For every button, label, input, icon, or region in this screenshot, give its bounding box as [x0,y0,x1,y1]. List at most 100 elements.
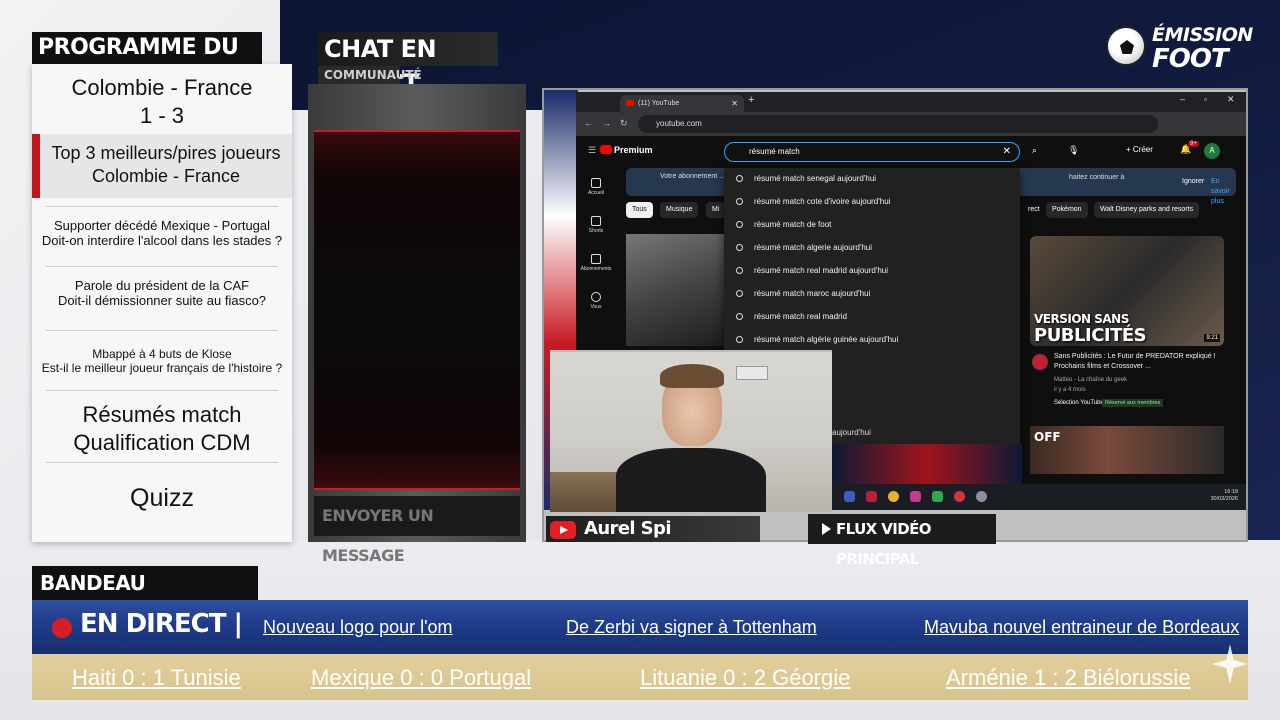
app-icon[interactable] [932,491,943,502]
main-feed-label: FLUX VIDÉO PRINCIPAL [808,514,996,568]
programme-item-line2: Est-il le meilleur joueur français de l'… [41,361,283,375]
app-icon[interactable] [976,491,987,502]
chip[interactable]: rect [1022,202,1046,218]
search-icon[interactable]: ⌕ [1032,145,1037,156]
ignore-button[interactable]: Ignorer [1182,177,1204,187]
suggestion-item[interactable]: résumé match senegal aujourd'hui [724,168,1020,190]
sidebar-item-you[interactable]: Vous [576,292,616,310]
microphone-icon[interactable]: 🎙 [1068,145,1079,156]
suggestion-item[interactable]: résumé match real madrid aujourd'hui [724,260,1020,282]
suggestion-item[interactable]: résumé match de foot [724,214,1020,236]
search-icon [736,267,743,274]
video-title[interactable]: Sans Publicités : Le Futur de PREDATOR e… [1054,352,1224,372]
suggestion-partial[interactable]: aujourd'hui [832,428,871,437]
channel-avatar[interactable] [1032,354,1048,370]
suggestion-text: résumé match de foot [754,220,832,229]
learn-more-button[interactable]: En savoir plus [1211,177,1236,207]
video-thumbnail-predator[interactable]: VERSION SANS PUBLICITÉS 9:21 [1030,236,1224,346]
subscriptions-icon [591,254,601,264]
video-thumbnail[interactable] [626,234,724,346]
divider [46,462,278,463]
chip-music[interactable]: Musique [660,202,699,218]
browser-tab[interactable]: (11) YouTube ✕ [620,95,744,112]
programme-item-line1: Quizz [130,484,194,512]
programme-item-line2: Colombie - France [91,166,241,186]
sidebar-item-home[interactable]: Accueil [576,178,616,196]
news-link[interactable]: Mavuba nouvel entraineur de Bordeaux [924,617,1239,638]
thumbnail-caption: VERSION SANS PUBLICITÉS [1034,312,1147,346]
youtube-logo-icon[interactable] [600,145,612,154]
suggestion-text: résumé match algérie guinée aujourd'hui [754,335,899,344]
thumbnail-caption-1: VERSION SANS [1034,312,1129,326]
close-window-icon[interactable]: ✕ [1227,94,1235,105]
new-tab-icon[interactable]: + [748,94,754,106]
reload-icon[interactable]: ↻ [620,118,628,129]
score-link[interactable]: Arménie 1 : 2 Biélorussie [946,665,1191,691]
sidebar-label: Abonnements [580,266,612,272]
menu-icon[interactable]: ☰ [588,145,596,156]
programme-item[interactable]: Résumés match Qualification CDM [32,401,292,457]
chat-title: CHAT EN DIRECT [318,32,498,97]
divider [46,206,278,207]
app-icon[interactable] [910,491,921,502]
thumbnail-caption-2: PUBLICITÉS [1034,325,1147,346]
video-channel[interactable]: Matteo - La chaîne du geek [1054,376,1224,385]
news-link[interactable]: Nouveau logo pour l'om [263,617,453,638]
youtube-brand[interactable]: Premium [614,145,653,155]
app-icon[interactable] [954,491,965,502]
members-badge: Réservé aux membres [1102,399,1164,407]
programme-item[interactable]: Mbappé à 4 buts de Klose Est-il le meill… [32,347,292,375]
score-link[interactable]: Haiti 0 : 1 Tunisie [72,665,241,691]
score-link[interactable]: Lituanie 0 : 2 Géorgie [640,665,850,691]
search-value: résumé match [749,147,800,156]
chip-all[interactable]: Tous [626,202,653,218]
programme-item[interactable]: Supporter décédé Mexique - Portugal Doit… [32,218,292,248]
suggestion-item[interactable]: résumé match maroc aujourd'hui [724,283,1020,305]
chat-message-input[interactable]: ENVOYER UN MESSAGE [314,496,520,565]
video-thumbnail[interactable] [832,444,1022,484]
close-icon[interactable]: ✕ [731,95,738,112]
suggestion-item[interactable]: résumé match algerie aujourd'hui [724,237,1020,259]
divider [46,266,278,267]
taskbar: 16:18 30/03/2026 [832,484,1246,510]
suggestion-text: résumé match real madrid [754,312,847,321]
chrome-icon[interactable] [888,491,899,502]
back-icon[interactable]: ← [584,118,593,128]
programme-item[interactable]: Colombie - France 1 - 3 [32,74,292,130]
chip-pokemon[interactable]: Pokémon [1046,202,1088,218]
logo-line2: FOOT [1152,44,1229,74]
chip-disney[interactable]: Walt Disney parks and resorts [1094,202,1200,218]
chat-subtitle: COMMUNAUTÉ [318,66,422,84]
system-clock: 16:18 30/03/2026 [1210,489,1238,503]
url-field[interactable]: youtube.com [638,115,1158,133]
create-button[interactable]: + Créer [1126,145,1153,154]
app-icon[interactable] [844,491,855,502]
forward-icon[interactable]: → [602,118,611,128]
sidebar-item-subscriptions[interactable]: Abonnements [576,254,616,272]
chat-messages[interactable] [314,130,520,490]
app-icon[interactable] [866,491,877,502]
clear-icon[interactable]: ✕ [1003,143,1011,161]
avatar[interactable]: A [1204,143,1220,159]
suggestion-text: résumé match cote d'ivoire aujourd'hui [754,197,891,206]
news-link[interactable]: De Zerbi va signer à Tottenham [566,617,817,638]
programme-item-line2: Doit-on interdire l'alcool dans les stad… [41,233,283,248]
programme-item-line1: Supporter décédé Mexique - Portugal [53,218,271,233]
youtube-favicon-icon [626,100,634,106]
live-label: EN DIRECT | [80,609,243,639]
suggestion-item[interactable]: résumé match cote d'ivoire aujourd'hui [724,191,1020,213]
divider [46,330,278,331]
programme-item-line1: Parole du président de la CAF [74,278,250,293]
bandeau-title: BANDEAU D'INFORMATION [32,566,258,629]
programme-item-active[interactable]: Top 3 meilleurs/pires joueurs Colombie -… [32,134,292,198]
maximize-icon[interactable]: ▫ [1204,94,1207,104]
programme-item[interactable]: Parole du président de la CAF Doit-il dé… [32,278,292,308]
suggestion-item[interactable]: résumé match algérie guinée aujourd'hui [724,329,1020,351]
score-link[interactable]: Mexique 0 : 0 Portugal [311,665,531,691]
chip[interactable]: Mi [706,202,726,218]
minimize-icon[interactable]: – [1180,94,1185,104]
programme-item[interactable]: Quizz [32,484,292,512]
suggestion-item[interactable]: résumé match real madrid [724,306,1020,328]
youtube-search-input[interactable]: résumé match ✕ [724,142,1020,162]
sidebar-item-shorts[interactable]: Shorts [576,216,616,234]
